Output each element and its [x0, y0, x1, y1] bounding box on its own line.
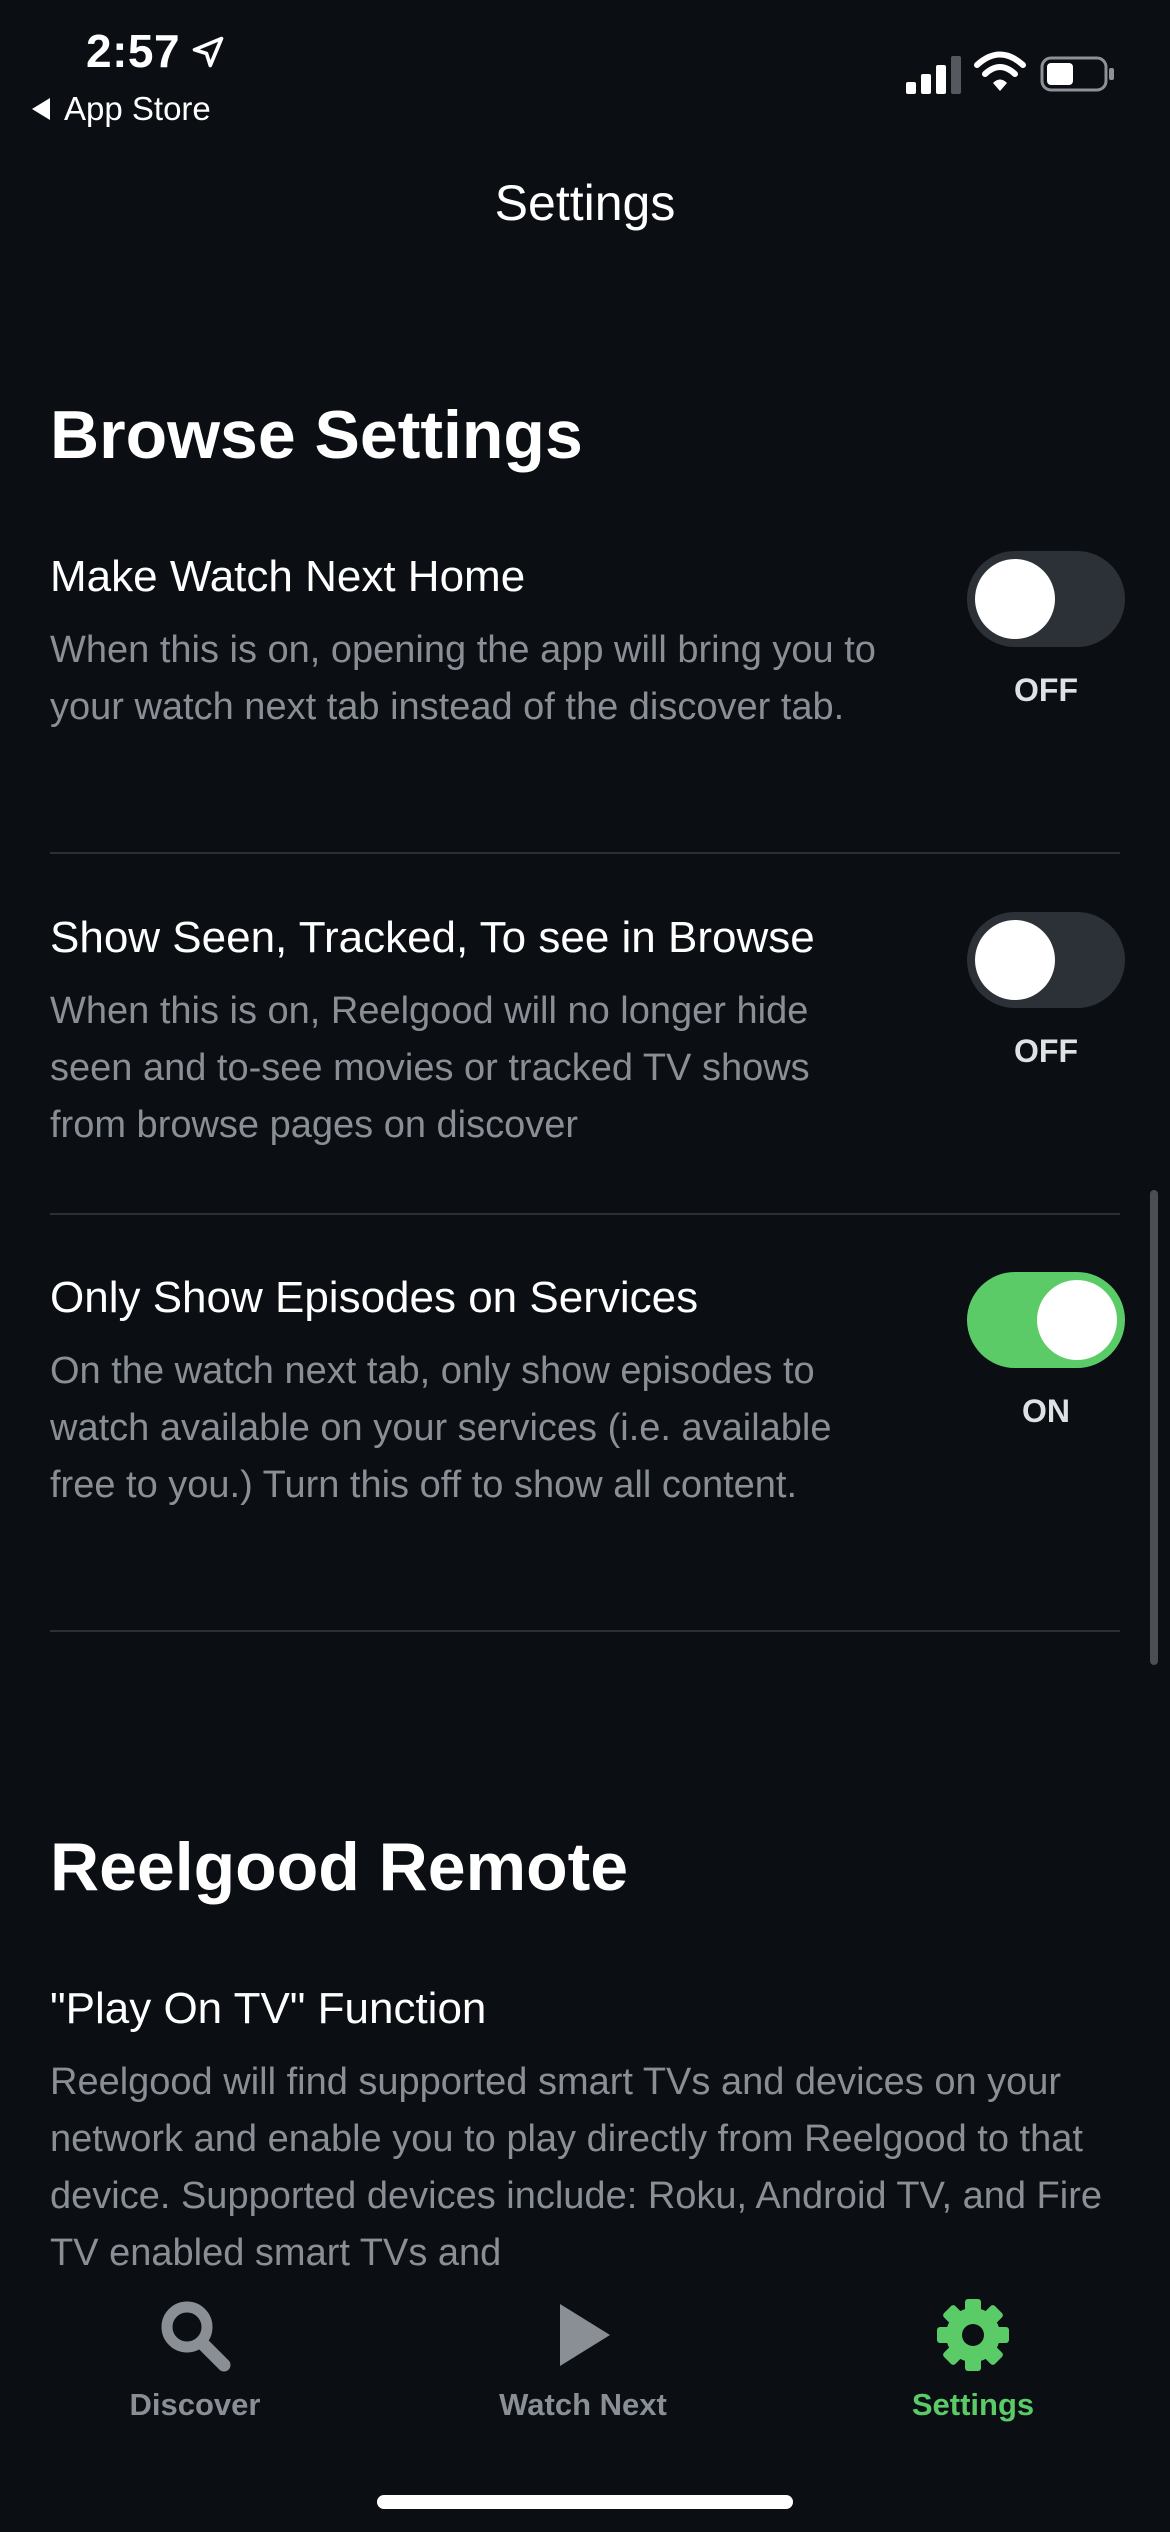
- status-bar: 2:57 App Store: [0, 0, 1170, 140]
- toggle-state-label: OFF: [1014, 1033, 1078, 1069]
- setting-description: Reelgood will find supported smart TVs a…: [50, 2061, 1102, 2267]
- reelgood-remote-heading: Reelgood Remote: [50, 1829, 629, 1905]
- tab-label: Discover: [129, 2387, 261, 2422]
- toggle-knob: [975, 559, 1055, 639]
- divider: [50, 852, 1120, 854]
- back-triangle-icon: [32, 98, 50, 120]
- setting-only-show-episodes: Only Show Episodes on Services On the wa…: [50, 1273, 1120, 1514]
- divider: [50, 1630, 1120, 1632]
- location-arrow-icon: [192, 36, 224, 68]
- tab-watch-next[interactable]: Watch Next: [433, 2297, 733, 2423]
- play-icon: [560, 2304, 610, 2366]
- settings-scroll-view[interactable]: Browse Settings Make Watch Next Home Whe…: [0, 220, 1170, 2267]
- back-to-app-store-link[interactable]: App Store: [32, 90, 211, 128]
- only-show-episodes-toggle[interactable]: [967, 1272, 1125, 1368]
- setting-title: Show Seen, Tracked, To see in Browse: [50, 913, 815, 962]
- toggle-state-label: OFF: [1014, 672, 1078, 708]
- tab-bar: Discover Watch Next Settings: [0, 2267, 1170, 2532]
- make-watch-next-home-toggle[interactable]: [967, 551, 1125, 647]
- browse-settings-heading: Browse Settings: [50, 397, 583, 473]
- battery-icon: [1040, 56, 1114, 92]
- setting-description: When this is on, Reelgood will no longer…: [50, 990, 810, 1146]
- show-seen-tracked-toggle[interactable]: [967, 912, 1125, 1008]
- back-app-label: App Store: [64, 90, 211, 127]
- cellular-signal-icon: [906, 56, 961, 94]
- wifi-icon: [974, 51, 1026, 91]
- setting-title: Only Show Episodes on Services: [50, 1273, 699, 1322]
- gear-icon: [937, 2299, 1009, 2371]
- status-time: 2:57: [86, 25, 181, 77]
- tab-discover[interactable]: Discover: [45, 2297, 345, 2423]
- tab-label: Watch Next: [499, 2387, 667, 2422]
- search-icon: [161, 2301, 231, 2372]
- setting-title: "Play On TV" Function: [50, 1984, 487, 2033]
- divider: [50, 1213, 1120, 1215]
- setting-title: Make Watch Next Home: [50, 552, 526, 601]
- toggle-knob: [975, 920, 1055, 1000]
- scroll-indicator[interactable]: [1150, 1190, 1158, 1665]
- setting-make-watch-next-home: Make Watch Next Home When this is on, op…: [50, 552, 1120, 736]
- toggle-state-label: ON: [1022, 1393, 1070, 1429]
- home-indicator[interactable]: [377, 2495, 793, 2509]
- setting-show-seen-tracked: Show Seen, Tracked, To see in Browse Whe…: [50, 913, 1120, 1154]
- setting-play-on-tv: "Play On TV" Function Reelgood will find…: [50, 1984, 1120, 2267]
- tab-settings[interactable]: Settings: [823, 2297, 1123, 2423]
- tab-label: Settings: [911, 2387, 1035, 2422]
- toggle-knob: [1037, 1280, 1117, 1360]
- setting-description: On the watch next tab, only show episode…: [50, 1350, 832, 1506]
- setting-description: When this is on, opening the app will br…: [50, 629, 876, 728]
